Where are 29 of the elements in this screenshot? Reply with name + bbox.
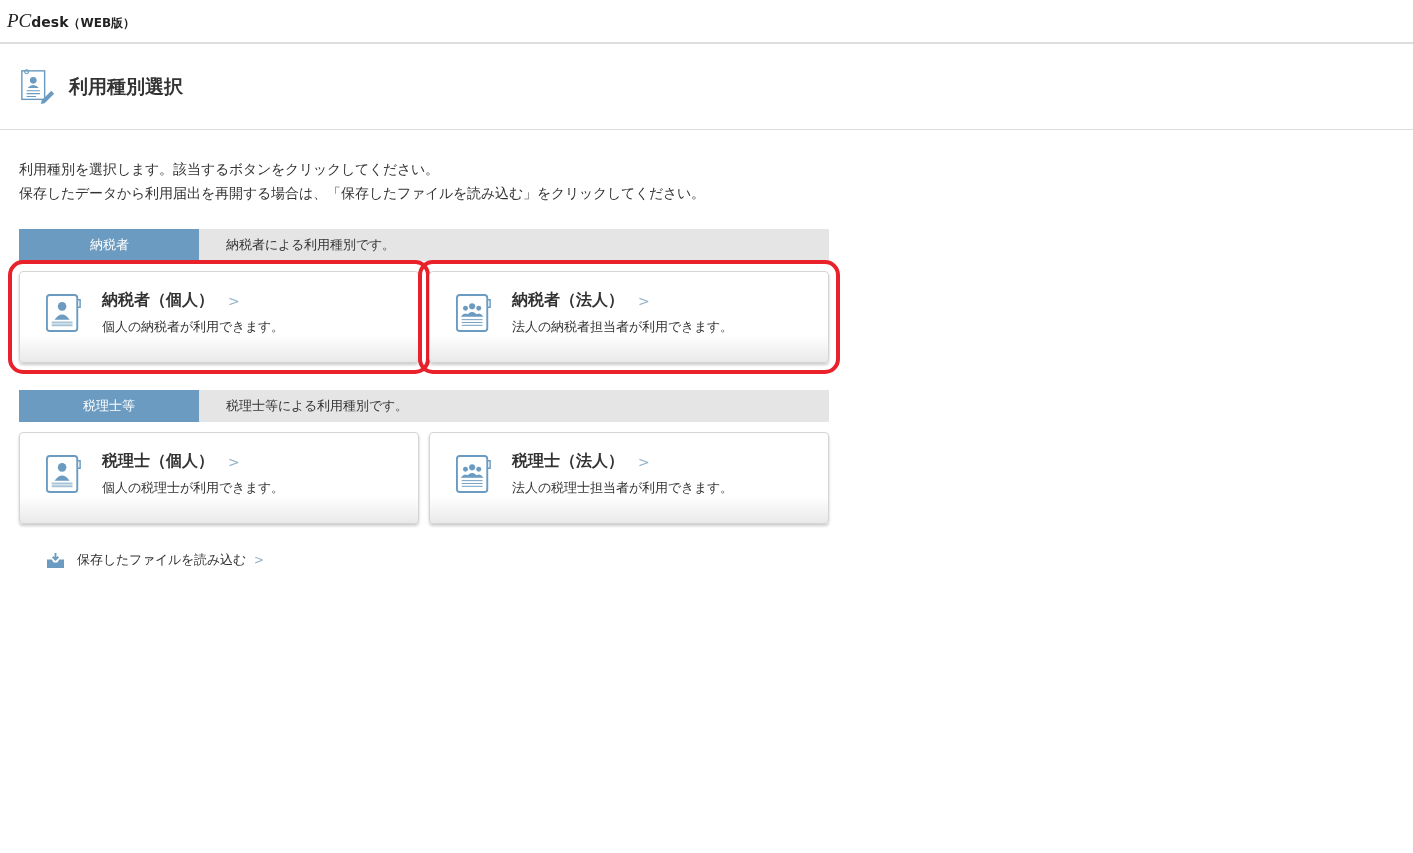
option-description: 法人の税理士担当者が利用できます。 [512, 480, 733, 497]
section-description: 税理士等による利用種別です。 [225, 396, 408, 415]
section-label: 税理士等 [19, 390, 199, 422]
section-description: 納税者による利用種別です。 [225, 235, 395, 254]
option-card[interactable]: 税理士（個人） > 個人の税理士が利用できます。 [19, 432, 419, 524]
option-description: 法人の納税者担当者が利用できます。 [512, 319, 733, 336]
load-file-link[interactable]: 保存したファイルを読み込む > [46, 551, 265, 569]
instruction-text: 保存したデータから利用届出を再開する場合は、「保存したファイルを読み込む」をクリックしてください。 [19, 184, 706, 203]
group-document-icon [456, 454, 492, 494]
person-document-icon [46, 454, 82, 494]
document-pen-icon [19, 67, 57, 106]
section-label: 納税者 [19, 229, 199, 261]
chevron-icon: > [228, 453, 240, 470]
chevron-icon: > [228, 292, 240, 309]
app-logo: PCdesk（WEB版） [7, 10, 136, 32]
option-title: 納税者（法人） [512, 290, 624, 311]
tray-download-icon [46, 551, 65, 569]
option-card[interactable]: 税理士（法人） > 法人の税理士担当者が利用できます。 [429, 432, 829, 524]
chevron-icon: > [638, 453, 650, 470]
option-description: 個人の納税者が利用できます。 [102, 319, 284, 336]
option-description: 個人の税理士が利用できます。 [102, 480, 284, 497]
person-document-icon [46, 293, 82, 333]
chevron-icon: > [638, 292, 650, 309]
option-title: 税理士（法人） [512, 451, 624, 472]
option-title: 納税者（個人） [102, 290, 214, 311]
option-title: 税理士（個人） [102, 451, 214, 472]
instruction-text: 利用種別を選択します。該当するボタンをクリックしてください。 [19, 160, 440, 179]
group-document-icon [456, 293, 492, 333]
page-title: 利用種別選択 [69, 73, 183, 99]
